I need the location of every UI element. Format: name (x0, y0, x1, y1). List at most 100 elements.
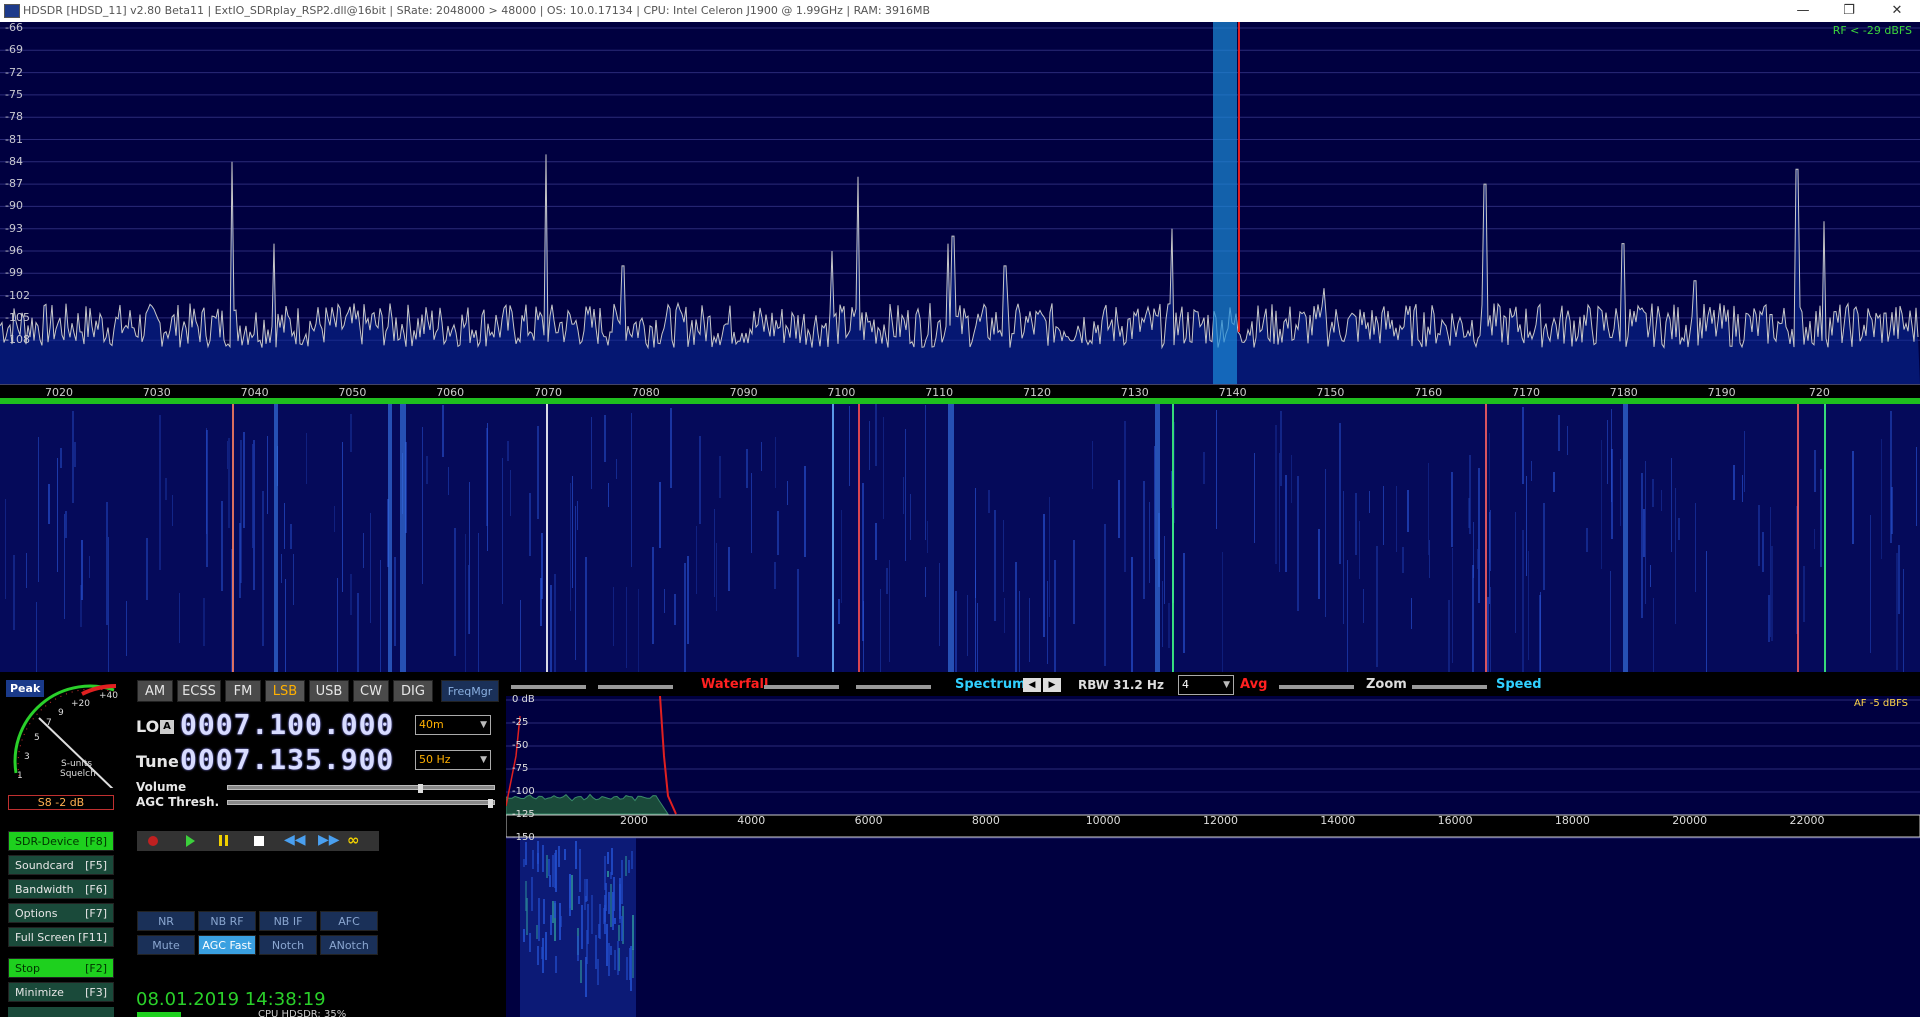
anotch-button[interactable]: ANotch (320, 935, 378, 955)
s-meter: Peak 1 3 5 7 9 +20 +40 S-units Squelch (4, 678, 122, 797)
s-scale-3: 3 (24, 752, 30, 762)
mode-ecss-button[interactable]: ECSS (177, 680, 221, 702)
cpu-text: CPU HDSDR: 35% (258, 1009, 347, 1017)
volume-slider-thumb[interactable] (418, 784, 423, 793)
afc-button[interactable]: AFC (320, 911, 378, 931)
rf-waterfall-plot (5, 404, 1917, 672)
speed-label: Speed (1496, 677, 1542, 692)
transport-bar: ◀◀ ▶▶ ∞ (137, 831, 379, 851)
app-icon (4, 4, 20, 18)
mode-usb-button[interactable]: USB (309, 680, 349, 702)
soundcard-button[interactable]: Soundcard [F5] (8, 855, 114, 875)
spectrum-label: Spectrum (955, 677, 1026, 692)
af-frequency-label: 2000 (620, 814, 648, 827)
record-icon[interactable] (148, 836, 158, 846)
mode-fm-button[interactable]: FM (225, 680, 261, 702)
bandwidth-button[interactable]: Bandwidth [F6] (8, 879, 114, 899)
freqmgr-button[interactable]: FreqMgr (441, 680, 499, 702)
af-spectrum-plot (506, 696, 1920, 1017)
spectrum-slider-2[interactable] (856, 685, 931, 689)
band-select[interactable]: 40m ▼ (415, 715, 491, 735)
mode-cw-button[interactable]: CW (353, 680, 389, 702)
rewind-icon[interactable]: ◀◀ (284, 832, 306, 848)
lo-lock-badge[interactable]: A (160, 720, 174, 734)
volume-slider[interactable] (227, 784, 495, 793)
rf-db-label: -72 (5, 65, 23, 79)
zoom-slider[interactable] (1412, 685, 1487, 689)
minimize-button[interactable]: Minimize [F3] (8, 982, 114, 1002)
notch-button[interactable]: Notch (259, 935, 317, 955)
display-control-strip: Waterfall Spectrum ◀ ▶ RBW 31.2 Hz 4 ▼ Av… (506, 675, 1920, 695)
peak-button[interactable]: Peak (6, 680, 45, 697)
full-screen-key: [F11] (78, 931, 107, 944)
restore-window-button[interactable]: ❐ (1826, 0, 1872, 22)
title-bar: HDSDR [HDSD_11] v2.80 Beta11 | ExtIO_SDR… (0, 0, 1920, 22)
pause-icon-bar (225, 835, 228, 846)
stop-icon[interactable] (254, 836, 264, 846)
nr-button[interactable]: NR (137, 911, 195, 931)
lo-frequency[interactable]: 0007.100.000 (180, 708, 394, 741)
rbw-label: RBW 31.2 Hz (1078, 678, 1164, 692)
avg-slider[interactable] (1279, 685, 1354, 689)
step-select[interactable]: 50 Hz ▼ (415, 750, 491, 770)
tune-frequency[interactable]: 0007.135.900 (180, 743, 394, 776)
sdr-device-button[interactable]: SDR-Device [F8] (8, 831, 114, 851)
s-scale-7: 7 (46, 718, 52, 728)
rf-db-label: -84 (5, 154, 23, 168)
agc-thresh-slider[interactable] (227, 799, 495, 808)
af-db-label: -25 (512, 717, 529, 728)
af-frequency-label: 18000 (1554, 814, 1590, 827)
volume-label: Volume (136, 780, 187, 794)
nb-if-button[interactable]: NB IF (259, 911, 317, 931)
waterfall-slider-2[interactable] (598, 685, 673, 689)
squelch-label[interactable]: Squelch (60, 769, 96, 779)
pause-icon[interactable] (219, 835, 222, 846)
af-spectrum-panel[interactable]: 0 dB -25 -50 -75 -100 -125 -150 2000 4000 6000 80… (506, 694, 1920, 1017)
datetime: 08.01.2019 14:38:19 (136, 989, 326, 1010)
nb-rf-button[interactable]: NB RF (198, 911, 256, 931)
s-meter-reading: S8 -2 dB (8, 795, 114, 810)
options-label: Options (15, 907, 58, 920)
rbw-left-arrow-icon[interactable]: ◀ (1023, 678, 1041, 692)
af-frequency-label: 10000 (1085, 814, 1121, 827)
minimize-label: Minimize (15, 986, 64, 999)
rbw-right-arrow-icon[interactable]: ▶ (1043, 678, 1061, 692)
avg-select[interactable]: 4 ▼ (1178, 675, 1234, 695)
spectrum-slider-1[interactable] (764, 685, 839, 689)
agc-thresh-label: AGC Thresh. (136, 795, 220, 809)
soundcard-label: Soundcard (15, 859, 74, 872)
window-title: HDSDR [HDSD_11] v2.80 Beta11 | ExtIO_SDR… (23, 4, 931, 17)
minimize-window-button[interactable]: — (1780, 0, 1826, 22)
play-icon[interactable] (186, 835, 195, 847)
stop-button[interactable]: Stop [F2] (8, 958, 114, 978)
options-button[interactable]: Options [F7] (8, 903, 114, 923)
s-scale-9: 9 (58, 708, 64, 718)
agc-fast-button[interactable]: AGC Fast (198, 935, 256, 955)
chevron-down-icon: ▼ (1223, 680, 1230, 690)
af-frequency-label: 20000 (1672, 814, 1708, 827)
close-window-button[interactable]: ✕ (1874, 0, 1920, 22)
waterfall-slider-1[interactable] (511, 685, 586, 689)
af-db-label: -125 (512, 809, 535, 820)
mode-dig-button[interactable]: DIG (393, 680, 433, 702)
side-button-partial[interactable] (8, 1007, 114, 1017)
s-scale-1: 1 (17, 771, 23, 781)
fast-forward-icon[interactable]: ▶▶ (318, 832, 340, 848)
s-units-label: S-units (61, 759, 93, 769)
chevron-down-icon: ▼ (480, 720, 487, 730)
stop-label: Stop (15, 962, 41, 975)
mode-lsb-button[interactable]: LSB (265, 680, 305, 702)
mute-button[interactable]: Mute (137, 935, 195, 955)
rf-waterfall[interactable] (0, 404, 1920, 672)
af-frequency-scale: 2000 4000 6000 8000 10000 12000 14000 16000 1800… (506, 814, 1920, 838)
full-screen-button[interactable]: Full Screen [F11] (8, 927, 114, 947)
rf-spectrum[interactable]: -66 -69 -72 -75 -78 -81 -84 -87 -90 -93 -96 -99 -102… (0, 21, 1920, 384)
avg-value: 4 (1182, 678, 1189, 691)
agc-thresh-slider-thumb[interactable] (488, 799, 493, 808)
af-frequency-label: 6000 (854, 814, 883, 827)
mode-am-button[interactable]: AM (137, 680, 173, 702)
loop-icon[interactable]: ∞ (347, 831, 360, 849)
af-level-readout: AF -5 dBFS (1853, 698, 1908, 709)
soundcard-key: [F5] (85, 859, 107, 872)
af-frequency-label: 14000 (1320, 814, 1356, 827)
